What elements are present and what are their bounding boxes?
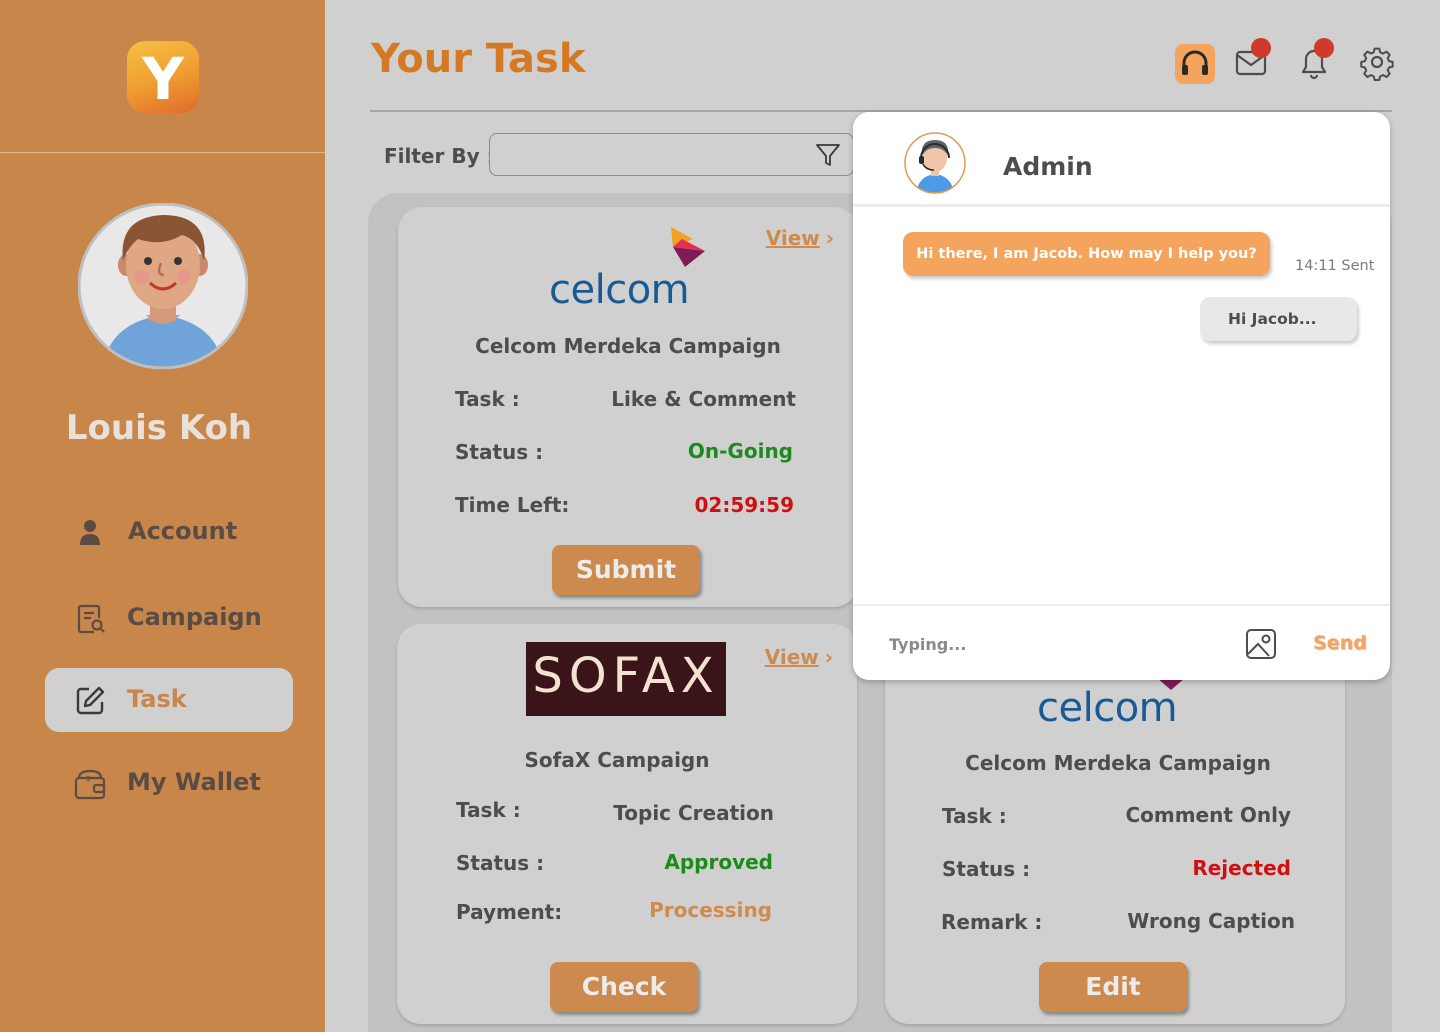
view-link[interactable]: View › [766, 226, 834, 250]
mail-button[interactable] [1232, 38, 1272, 82]
user-name: Louis Koh [65, 408, 253, 448]
sidebar: Y Louis Koh Account Campaign Task $ My W… [0, 0, 325, 1032]
admin-avatar [904, 132, 966, 194]
sidebar-item-task[interactable]: Task [45, 668, 293, 732]
chevron-right-icon: › [824, 645, 833, 669]
task-value: Comment Only [1125, 803, 1291, 827]
sidebar-item-label: Task [127, 685, 187, 713]
app-logo[interactable]: Y [127, 41, 199, 113]
wallet-icon: $ [74, 769, 106, 800]
chat-header-divider [853, 204, 1390, 207]
status-value: On-Going [687, 439, 793, 463]
task-card: celcom Celcom Merdeka Campaign Task : Co… [885, 624, 1345, 1024]
chat-footer-divider [853, 604, 1390, 606]
chat-message-outgoing: Hi Jacob... [1200, 297, 1357, 341]
campaign-name: Celcom Merdeka Campaign [965, 751, 1271, 775]
task-value: Like & Comment [611, 387, 796, 411]
celcom-logo: celcom [549, 267, 690, 313]
task-card: View › celcom Celcom Merdeka Campaign Tas… [398, 207, 858, 607]
chat-panel: Admin Hi there, I am Jacob. How may I he… [853, 112, 1390, 680]
sidebar-item-label: Account [128, 517, 238, 545]
page-title: Your Task [371, 36, 586, 82]
bell-notification-dot [1314, 38, 1334, 58]
sofax-logo-text: SOFAX [532, 648, 720, 704]
time-left-value: 02:59:59 [694, 493, 795, 517]
view-link[interactable]: View › [765, 645, 833, 669]
edit-icon [76, 686, 105, 715]
celcom-logo: celcom [1037, 685, 1178, 731]
submit-button[interactable]: Submit [552, 545, 700, 595]
send-button[interactable]: Send [1313, 632, 1367, 654]
sidebar-item-label: Campaign [127, 603, 262, 631]
settings-button[interactable] [1357, 42, 1397, 82]
sidebar-item-account[interactable]: Account [45, 500, 293, 564]
notification-button[interactable] [1295, 38, 1335, 82]
remark-value: Wrong Caption [1127, 909, 1295, 933]
campaign-search-icon [77, 604, 105, 634]
filter-label: Filter By : [384, 144, 495, 168]
chat-contact-name: Admin [1003, 152, 1093, 181]
campaign-name: Celcom Merdeka Campaign [475, 334, 781, 358]
filter-icon[interactable] [815, 142, 841, 168]
support-button[interactable] [1175, 44, 1215, 84]
task-label: Task : [455, 387, 520, 411]
logo-area: Y [0, 0, 325, 153]
user-avatar [78, 203, 248, 369]
image-attach-icon[interactable] [1245, 628, 1277, 660]
time-left-label: Time Left: [455, 493, 570, 517]
payment-label: Payment: [456, 900, 563, 924]
view-link-label: View [764, 645, 819, 669]
task-value: Topic Creation [613, 801, 774, 825]
status-label: Status : [455, 440, 544, 464]
sidebar-item-campaign[interactable]: Campaign [45, 586, 293, 650]
logo-letter: Y [142, 45, 184, 113]
campaign-name: SofaX Campaign [524, 748, 710, 772]
chevron-right-icon: › [825, 226, 834, 250]
sidebar-item-wallet[interactable]: $ My Wallet [45, 751, 293, 815]
message-timestamp: 14:11 Sent [1295, 258, 1375, 274]
mail-notification-dot [1251, 38, 1271, 58]
sidebar-item-label: My Wallet [127, 768, 261, 796]
edit-button[interactable]: Edit [1039, 962, 1187, 1012]
status-label: Status : [456, 851, 545, 875]
payment-value: Processing [649, 898, 772, 922]
chat-message-input[interactable]: Typing... [889, 635, 966, 654]
chat-message-incoming: Hi there, I am Jacob. How may I help you… [903, 232, 1270, 276]
status-label: Status : [942, 857, 1031, 881]
status-value: Rejected [1192, 856, 1291, 880]
view-link-label: View [765, 226, 820, 250]
task-label: Task : [942, 804, 1007, 828]
check-button[interactable]: Check [550, 962, 698, 1012]
task-label: Task : [456, 798, 521, 822]
sofax-logo: SOFAX [526, 642, 726, 716]
remark-label: Remark : [941, 910, 1043, 934]
user-icon [80, 520, 100, 545]
gear-icon [1360, 47, 1394, 82]
svg-text:$: $ [85, 774, 90, 783]
status-value: Approved [664, 850, 773, 874]
filter-input[interactable] [489, 133, 854, 176]
headset-icon [1182, 50, 1208, 75]
